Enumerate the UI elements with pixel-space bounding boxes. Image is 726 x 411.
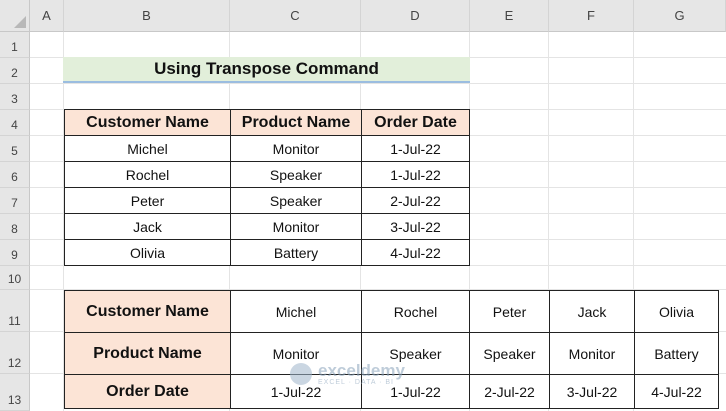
table1-cell[interactable]: Speaker: [230, 187, 362, 214]
row-header-6[interactable]: 6: [0, 162, 30, 188]
row-header-2[interactable]: 2: [0, 58, 30, 84]
watermark-name: exceldemy: [318, 361, 405, 380]
table1-cell[interactable]: 1-Jul-22: [361, 161, 470, 188]
column-header-f[interactable]: F: [549, 0, 634, 32]
table2-cell[interactable]: 2-Jul-22: [469, 374, 550, 409]
row-header-11[interactable]: 11: [0, 290, 30, 332]
table1-cell[interactable]: 1-Jul-22: [361, 135, 470, 162]
row-header-3[interactable]: 3: [0, 84, 30, 110]
row-header-8[interactable]: 8: [0, 214, 30, 240]
table2-cell[interactable]: Speaker: [469, 332, 550, 375]
sheet-title[interactable]: Using Transpose Command: [63, 57, 470, 83]
table2-cell[interactable]: Olivia: [634, 290, 719, 333]
row-header-13[interactable]: 13: [0, 374, 30, 411]
spreadsheet-grid: A B C D E F G 1 2 3 4 5 6 7 8 9 10 11 12…: [0, 0, 726, 411]
exceldemy-logo-icon: [290, 363, 312, 385]
table1-cell[interactable]: 2-Jul-22: [361, 187, 470, 214]
table1-cell[interactable]: Monitor: [230, 135, 362, 162]
gridline: [30, 83, 726, 84]
row-header-7[interactable]: 7: [0, 188, 30, 214]
table1-cell[interactable]: Battery: [230, 239, 362, 266]
table1-cell[interactable]: Olivia: [64, 239, 231, 266]
row-header-9[interactable]: 9: [0, 240, 30, 266]
table1-cell[interactable]: Speaker: [230, 161, 362, 188]
table1-cell[interactable]: 4-Jul-22: [361, 239, 470, 266]
table2-cell[interactable]: Peter: [469, 290, 550, 333]
table2-cell[interactable]: Michel: [230, 290, 362, 333]
column-header-a[interactable]: A: [30, 0, 64, 32]
table1-cell[interactable]: Michel: [64, 135, 231, 162]
row-header-10[interactable]: 10: [0, 266, 30, 290]
table1-header-date[interactable]: Order Date: [361, 109, 470, 136]
table1-cell[interactable]: Jack: [64, 213, 231, 240]
select-all-corner[interactable]: [0, 0, 30, 32]
watermark: exceldemy EXCEL · DATA · BI: [290, 362, 405, 386]
column-header-e[interactable]: E: [470, 0, 549, 32]
table2-cell[interactable]: Rochel: [361, 290, 470, 333]
column-header-c[interactable]: C: [230, 0, 361, 32]
table1-cell[interactable]: 3-Jul-22: [361, 213, 470, 240]
column-header-g[interactable]: G: [634, 0, 726, 32]
row-header-5[interactable]: 5: [0, 136, 30, 162]
table2-header-product[interactable]: Product Name: [64, 332, 231, 375]
watermark-subtitle: EXCEL · DATA · BI: [318, 379, 394, 386]
row-header-1[interactable]: 1: [0, 32, 30, 58]
watermark-text: exceldemy EXCEL · DATA · BI: [318, 362, 405, 386]
table2-cell[interactable]: Monitor: [549, 332, 635, 375]
table1-header-customer[interactable]: Customer Name: [64, 109, 231, 136]
table2-cell[interactable]: Battery: [634, 332, 719, 375]
table2-cell[interactable]: Jack: [549, 290, 635, 333]
row-header-4[interactable]: 4: [0, 110, 30, 136]
table2-cell[interactable]: 4-Jul-22: [634, 374, 719, 409]
table2-header-date[interactable]: Order Date: [64, 374, 231, 409]
table1-cell[interactable]: Monitor: [230, 213, 362, 240]
column-header-b[interactable]: B: [64, 0, 230, 32]
column-header-d[interactable]: D: [361, 0, 470, 32]
table1-cell[interactable]: Peter: [64, 187, 231, 214]
row-header-12[interactable]: 12: [0, 332, 30, 374]
table1-header-product[interactable]: Product Name: [230, 109, 362, 136]
table2-cell[interactable]: 3-Jul-22: [549, 374, 635, 409]
table2-header-customer[interactable]: Customer Name: [64, 290, 231, 333]
table1-cell[interactable]: Rochel: [64, 161, 231, 188]
